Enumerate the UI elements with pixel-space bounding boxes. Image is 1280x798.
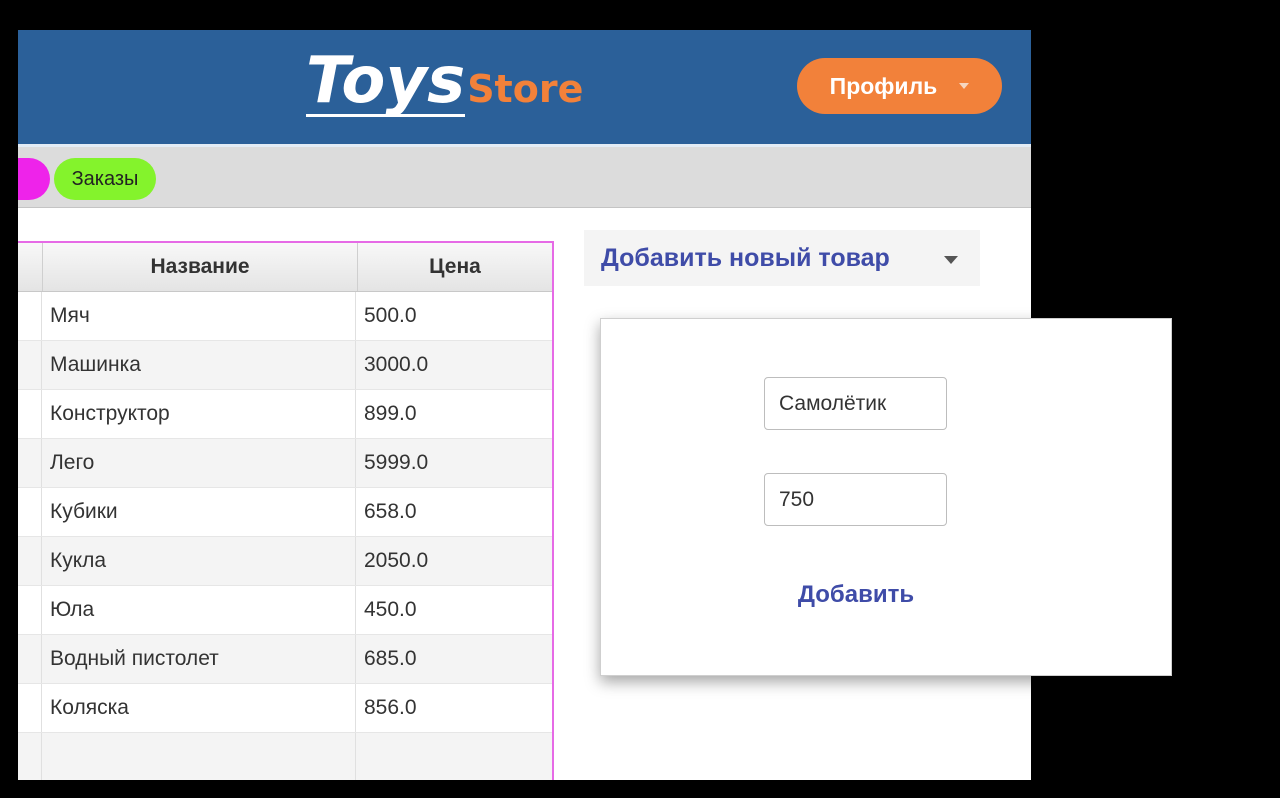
table-row[interactable]: Юла 450.0: [18, 586, 552, 635]
table-row[interactable]: Машинка 3000.0: [18, 341, 552, 390]
table-cell-price: 899.0: [364, 402, 417, 425]
table-cell-price: 658.0: [364, 500, 417, 523]
add-product-title: Добавить новый товар: [601, 243, 890, 272]
table-cell-index: [18, 537, 42, 585]
table-cell-price: 3000.0: [364, 353, 429, 376]
table-header: Название Цена: [18, 243, 552, 292]
table-cell-price: 450.0: [364, 598, 417, 621]
column-header-price[interactable]: Цена: [358, 243, 552, 291]
table-cell-index: [18, 390, 42, 438]
table-cell-price: 2050.0: [364, 549, 429, 572]
add-product-toggle[interactable]: Добавить новый товар: [584, 230, 980, 286]
table-cell-name: [42, 733, 356, 780]
table-cell-name: Кубики: [42, 488, 356, 536]
nav-item-label: Заказы: [71, 167, 139, 190]
table-row[interactable]: Лего 5999.0: [18, 439, 552, 488]
add-product-panel: Добавить: [600, 318, 1172, 676]
table-cell-index: [18, 292, 42, 340]
table-cell-price: [356, 733, 550, 780]
nav-item-partial[interactable]: ы: [18, 158, 50, 200]
table-cell-name: Кукла: [42, 537, 356, 585]
table-cell-index: [18, 341, 42, 389]
nav-item-orders[interactable]: Заказы: [54, 158, 156, 200]
table-cell-price: 5999.0: [364, 451, 429, 474]
table-cell-name: Конструктор: [42, 390, 356, 438]
chevron-down-icon: [959, 83, 970, 89]
table-cell-index: [18, 488, 42, 536]
header: Toys Store Профиль: [18, 30, 1031, 147]
table-cell-name: Водный пистолет: [42, 635, 356, 683]
column-header-name[interactable]: Название: [43, 243, 358, 291]
table-cell-name: Лего: [42, 439, 356, 487]
chevron-down-icon: [944, 256, 958, 264]
table-row[interactable]: Водный пистолет 685.0: [18, 635, 552, 684]
nav-bar: ы Заказы: [18, 147, 1031, 208]
table-cell-price: 500.0: [364, 304, 417, 327]
table-cell-index: [18, 733, 42, 780]
table-cell-index: [18, 635, 42, 683]
product-price-input[interactable]: [764, 473, 947, 526]
table-cell-index: [18, 439, 42, 487]
profile-button[interactable]: Профиль: [797, 58, 1002, 114]
logo-sub-text: Store: [467, 67, 584, 111]
table-row[interactable]: Конструктор 899.0: [18, 390, 552, 439]
table-row[interactable]: [18, 733, 552, 780]
table-cell-price: 856.0: [364, 696, 417, 719]
add-product-button[interactable]: Добавить: [763, 577, 949, 613]
table-cell-index: [18, 684, 42, 732]
table-row[interactable]: Кубики 658.0: [18, 488, 552, 537]
profile-label: Профиль: [829, 72, 938, 99]
table-cell-name: Коляска: [42, 684, 356, 732]
product-name-input[interactable]: [764, 377, 947, 430]
table-row[interactable]: Мяч 500.0: [18, 292, 552, 341]
column-header-index[interactable]: [18, 243, 43, 291]
table-cell-price: 685.0: [364, 647, 417, 670]
table-cell-name: Юла: [42, 586, 356, 634]
products-table: Название Цена Мяч 500.0 Машинка 3000.0 Конст…: [18, 241, 554, 780]
logo-main-text: Toys: [306, 44, 466, 118]
table-cell-name: Машинка: [42, 341, 356, 389]
table-cell-name: Мяч: [42, 292, 356, 340]
table-row[interactable]: Коляска 856.0: [18, 684, 552, 733]
table-body: Мяч 500.0 Машинка 3000.0 Конструктор 899.0 Лег…: [18, 292, 552, 780]
table-cell-index: [18, 586, 42, 634]
table-row[interactable]: Кукла 2050.0: [18, 537, 552, 586]
logo: Toys Store: [306, 48, 583, 128]
